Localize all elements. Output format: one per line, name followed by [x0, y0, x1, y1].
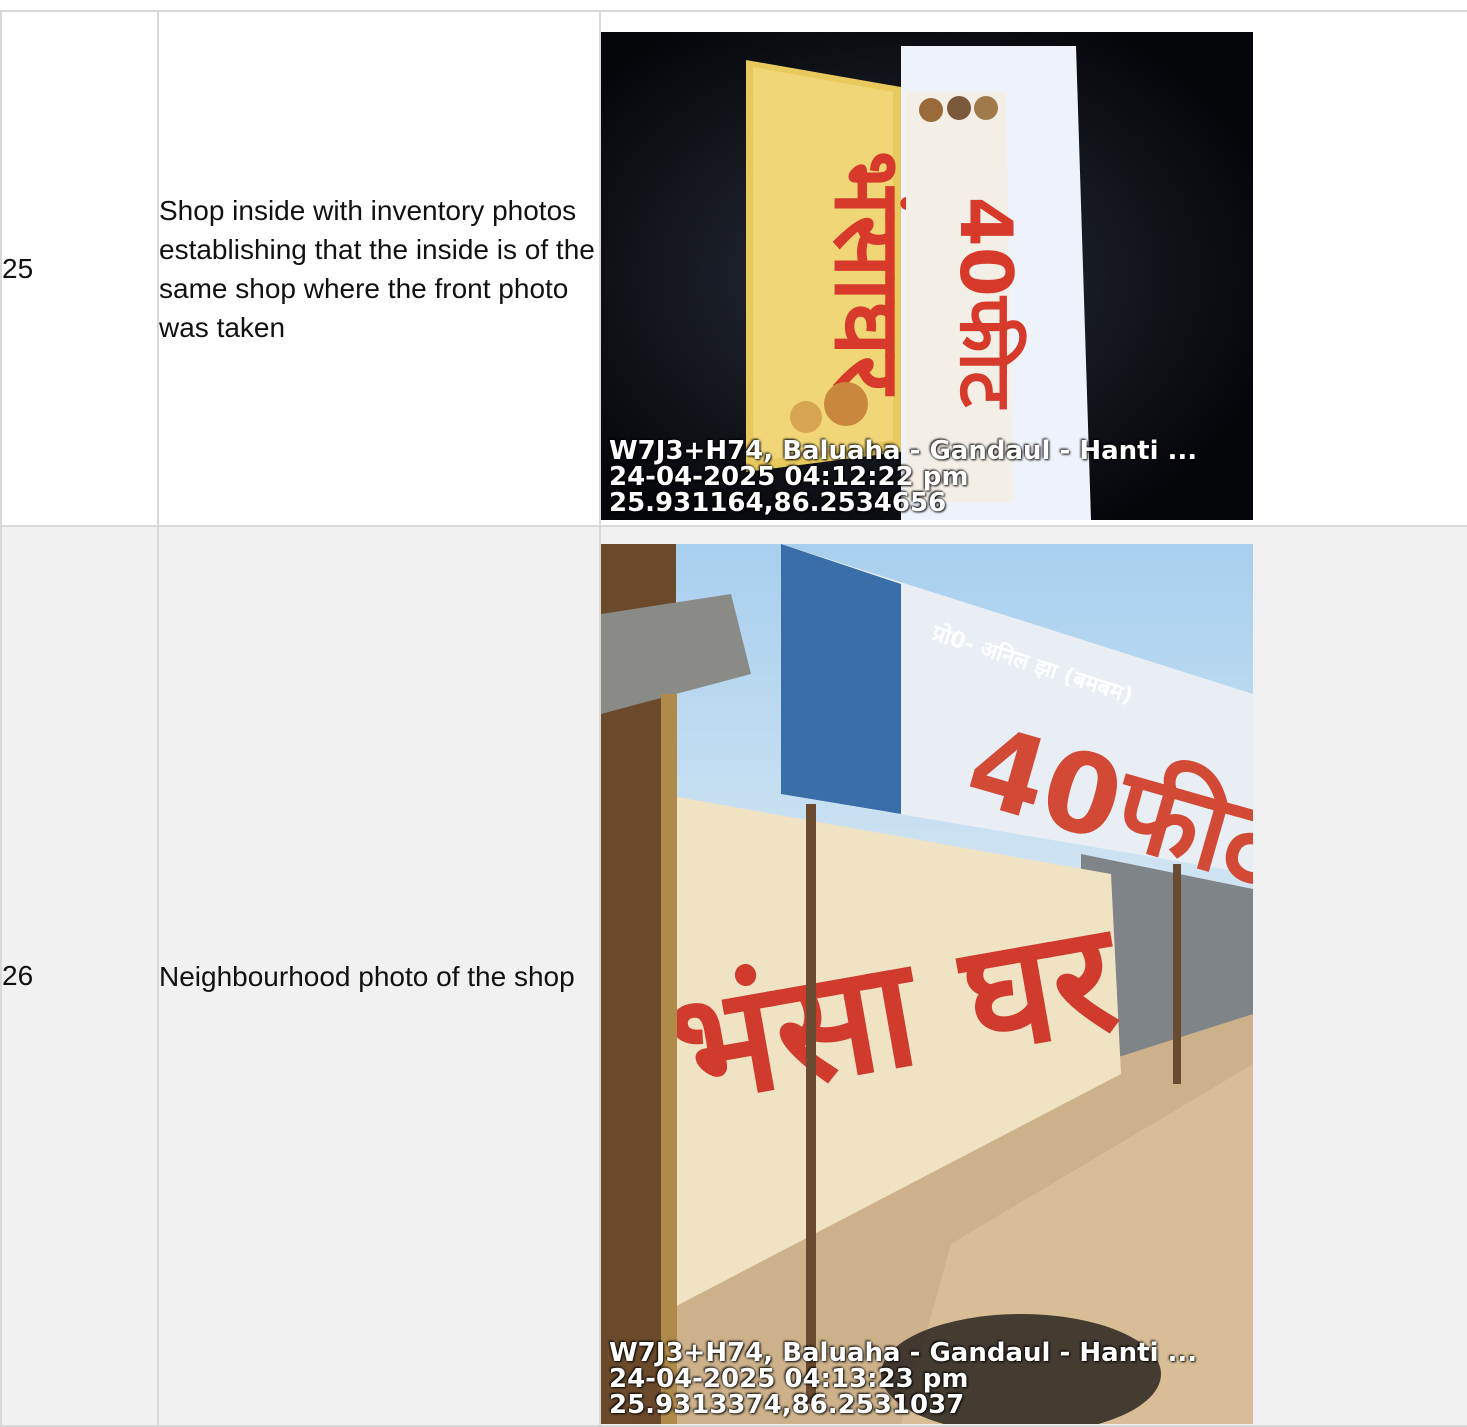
evidence-table: 25 Shop inside with inventory photos est… — [0, 10, 1467, 1427]
row-description: Neighbourhood photo of the shop — [157, 525, 601, 1427]
row-description: Shop inside with inventory photos establ… — [157, 10, 601, 527]
row-number: 25 — [0, 10, 159, 527]
table-row: 26 Neighbourhood photo of the shop प्रो0… — [0, 525, 1467, 1427]
table-row: 25 Shop inside with inventory photos est… — [0, 10, 1467, 527]
svg-text:40फीट: 40फीट — [944, 197, 1028, 410]
neighbourhood-image: प्रो0- अनिल झा (बमबम) 40फीट भंसा घर — [601, 543, 1253, 1424]
row-number: 26 — [0, 525, 159, 1427]
neighbourhood-photo[interactable]: प्रो0- अनिल झा (बमबम) 40फीट भंसा घर W7J3… — [601, 543, 1253, 1424]
shop-inside-photo[interactable]: भंसाघर 40फीट W7J3+H74, Baluaha - Gandaul… — [601, 32, 1253, 520]
geo-stamp: W7J3+H74, Baluaha - Gandaul - Hanti ... … — [609, 436, 1198, 518]
photo-cell: प्रो0- अनिल झा (बमबम) 40फीट भंसा घर W7J3… — [599, 525, 1467, 1427]
sign-text: भंसाघर — [814, 151, 921, 397]
photo-cell: भंसाघर 40फीट W7J3+H74, Baluaha - Gandaul… — [599, 10, 1467, 527]
geo-stamp: W7J3+H74, Baluaha - Gandaul - Hanti ... … — [609, 1337, 1198, 1420]
